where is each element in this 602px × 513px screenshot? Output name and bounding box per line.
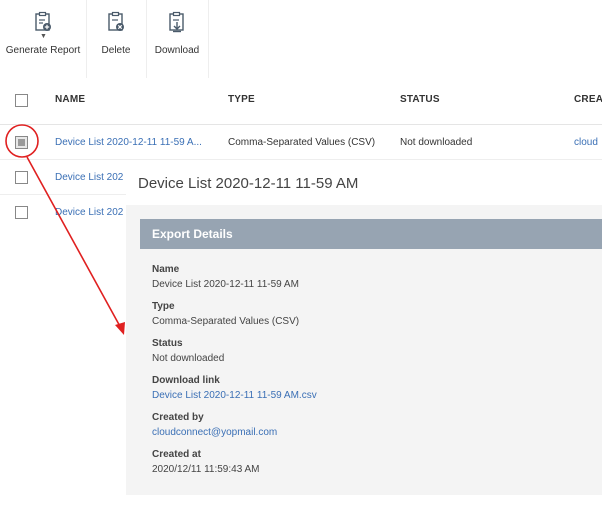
annotation-arrowhead [115,322,125,335]
annotation-overlay [5,124,125,335]
annotation-circle [5,124,39,158]
annotation-arrow-line [26,156,123,331]
